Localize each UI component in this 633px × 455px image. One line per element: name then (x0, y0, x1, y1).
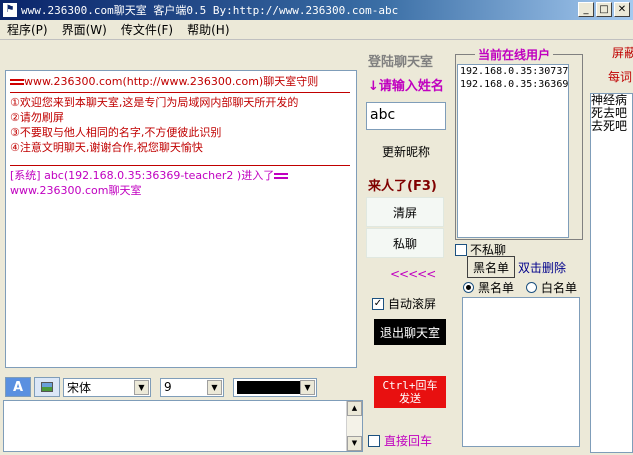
menu-program[interactable]: 程序(P) (0, 21, 55, 38)
minimize-icon[interactable]: _ (578, 2, 594, 17)
radio-whitelist[interactable] (526, 282, 538, 293)
direct-enter-toggle[interactable]: 直接回车 (368, 432, 432, 449)
text-color-select[interactable]: ▼ (233, 377, 317, 397)
maximize-icon[interactable]: □ (596, 2, 612, 17)
blacklist-box[interactable] (462, 297, 580, 447)
rules-title-line: www.236300.com(http://www.236300.com)聊天室… (10, 74, 352, 89)
send-label: 发送 (399, 392, 421, 405)
window-controls: _ □ ✕ (578, 2, 630, 17)
send-shortcut-label: Ctrl+回车 (382, 379, 438, 392)
list-item: 去死吧 (591, 119, 628, 133)
rule-item: ④注意文明聊天,谢谢合作,祝您聊天愉快 (10, 141, 203, 154)
menu-bar: 程序(P) 界面(W) 传文件(F) 帮助(H) (0, 20, 633, 40)
rule-item: ①欢迎您来到本聊天室,这是专门为局域网内部聊天所开发的 (10, 96, 299, 109)
autoscroll-checkbox[interactable]: ✓ (372, 297, 384, 310)
autoscroll-label: 自动滚屏 (388, 297, 437, 311)
format-toolbar: A 宋体 ▼ 9 ▼ ▼ (5, 376, 365, 398)
scroll-up-icon[interactable]: ▲ (347, 401, 362, 416)
no-private-checkbox[interactable] (455, 243, 467, 256)
list-item[interactable]: 192.168.0.35:36369 (458, 78, 568, 91)
filter-label: 屏蔽 (612, 46, 633, 60)
radio-whitelist-label: 白名单 (541, 281, 578, 295)
font-style-button[interactable]: A (5, 377, 31, 397)
color-swatch (237, 380, 301, 394)
online-users-title: 当前在线用户 (475, 46, 554, 63)
arrival-button[interactable]: 来人了(F3) (368, 175, 437, 194)
close-icon[interactable]: ✕ (614, 2, 630, 17)
rename-button[interactable]: 更新昵称 (382, 143, 430, 160)
font-size-select[interactable]: 9 ▼ (160, 377, 224, 397)
direct-enter-label: 直接回车 (384, 434, 433, 448)
insert-image-button[interactable] (34, 377, 60, 397)
input-scrollbar[interactable]: ▲ ▼ (346, 401, 362, 451)
chevron-down-icon[interactable]: ▼ (207, 379, 222, 395)
menu-help[interactable]: 帮助(H) (180, 21, 236, 38)
message-input[interactable]: ▲ ▼ (3, 400, 363, 452)
chevron-down-icon[interactable]: ▼ (134, 379, 149, 395)
divider (10, 92, 350, 93)
collapse-button[interactable]: <<<<< (390, 267, 436, 281)
window-title: www.236300.com聊天室 客户端0.5 By:http://www.2… (21, 4, 399, 17)
filter-words-box[interactable]: 神经病 死去吧 去死吧 (590, 93, 633, 453)
double-click-delete-hint: 双击删除 (518, 261, 567, 275)
rules-title: www.236300.com(http://www.236300.com)聊天室… (24, 75, 319, 88)
blacklist-button[interactable]: 黑名单 (467, 256, 515, 278)
radio-blacklist-label: 黑名单 (478, 281, 515, 295)
image-icon (41, 382, 53, 392)
online-users-list[interactable]: 192.168.0.35:30737 192.168.0.35:36369 (457, 64, 569, 238)
font-a-icon: A (12, 379, 24, 395)
rule-item: ③不要取与他人相同的名字,不方便彼此识别 (10, 126, 222, 139)
font-name-value: 宋体 (67, 380, 92, 395)
menu-send-file[interactable]: 传文件(F) (114, 21, 180, 38)
title-bar: ⚑ www.236300.com聊天室 客户端0.5 By:http://www… (0, 0, 633, 20)
scroll-down-icon[interactable]: ▼ (347, 436, 362, 451)
app-icon: ⚑ (3, 3, 17, 17)
list-item[interactable]: 192.168.0.35:30737 (458, 65, 568, 78)
menu-interface[interactable]: 界面(W) (55, 21, 114, 38)
chevron-down-icon[interactable]: ▼ (300, 379, 315, 395)
radio-blacklist[interactable] (463, 282, 474, 293)
system-message-line1: [系统] abc(192.168.0.35:36369-teacher2 )进入… (10, 168, 352, 183)
list-mode-radios: 黑名单 白名单 (463, 279, 577, 296)
system-message-line2: www.236300.com聊天室 (10, 183, 352, 198)
rule-item: ②请勿刷屏 (10, 111, 64, 124)
divider (10, 165, 350, 166)
system-message-room: www.236300.com聊天室 (10, 184, 142, 197)
chat-display[interactable]: www.236300.com(http://www.236300.com)聊天室… (5, 70, 357, 368)
magenta-bar-icon (274, 173, 289, 179)
private-chat-button[interactable]: 私聊 (366, 228, 444, 258)
nickname-field[interactable]: abc (366, 102, 446, 130)
login-title: 登陆聊天室 (368, 55, 434, 70)
system-message-text: [系统] abc(192.168.0.35:36369-teacher2 )进入… (10, 169, 275, 182)
red-bar-icon (10, 79, 24, 85)
per-word-label: 每词 (608, 70, 633, 84)
direct-enter-checkbox[interactable] (368, 434, 380, 447)
autoscroll-toggle[interactable]: ✓ 自动滚屏 (372, 295, 436, 312)
clear-screen-button[interactable]: 清屏 (366, 197, 444, 227)
font-size-value: 9 (164, 380, 172, 394)
exit-chatroom-button[interactable]: 退出聊天室 (374, 319, 446, 345)
send-button[interactable]: Ctrl+回车 发送 (374, 376, 446, 408)
font-name-select[interactable]: 宋体 ▼ (63, 377, 151, 397)
enter-name-label: ↓请输入姓名 (368, 79, 444, 94)
